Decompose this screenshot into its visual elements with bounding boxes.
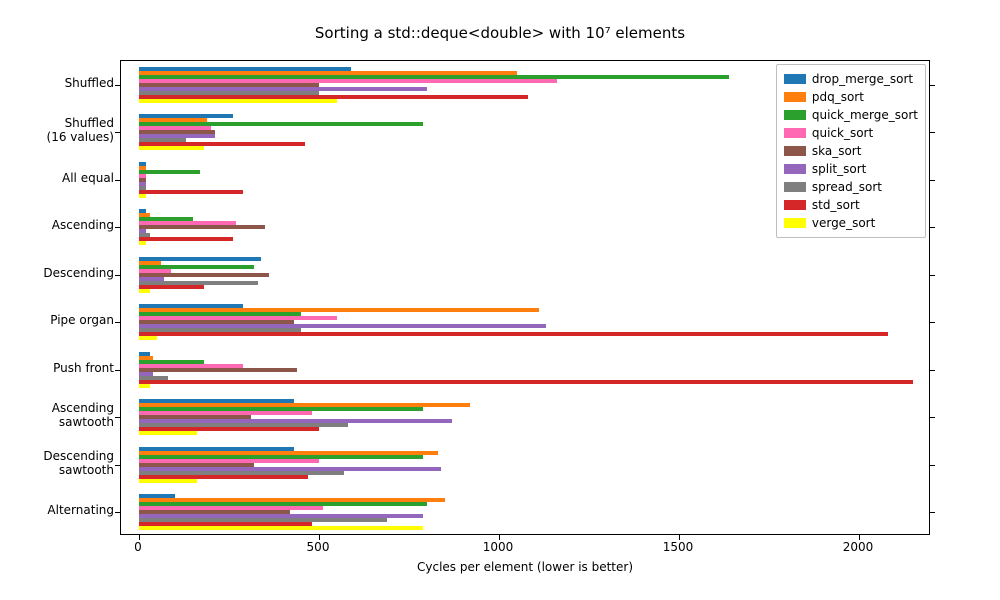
legend-swatch (784, 182, 806, 192)
bar (139, 194, 146, 198)
legend-label: quick_sort (812, 126, 873, 140)
bar (139, 241, 146, 245)
legend-item: verge_sort (784, 214, 918, 232)
ytick-label: Push front (4, 362, 114, 376)
legend-label: std_sort (812, 198, 860, 212)
bar (139, 170, 200, 174)
ytick-label: Descendingsawtooth (4, 450, 114, 478)
legend-item: pdq_sort (784, 88, 918, 106)
ytick-label: Descending (4, 267, 114, 281)
bar (139, 99, 337, 103)
bar (139, 384, 150, 388)
figure: Sorting a std::deque<double> with 10⁷ el… (0, 0, 1000, 600)
legend-item: drop_merge_sort (784, 70, 918, 88)
ytick-label: Ascendingsawtooth (4, 402, 114, 430)
legend-item: quick_sort (784, 124, 918, 142)
bar (139, 225, 265, 229)
legend-item: spread_sort (784, 178, 918, 196)
bar (139, 431, 197, 435)
xtick-label: 500 (307, 540, 330, 554)
legend-swatch (784, 110, 806, 120)
ytick-label: Ascending (4, 219, 114, 233)
legend-label: verge_sort (812, 216, 875, 230)
xtick-label: 0 (134, 540, 142, 554)
x-axis-label: Cycles per element (lower is better) (120, 560, 930, 574)
bar (139, 336, 157, 340)
xtick-label: 2000 (843, 540, 874, 554)
legend-label: split_sort (812, 162, 866, 176)
legend-item: ska_sort (784, 142, 918, 160)
bar (139, 479, 197, 483)
ytick-label: Pipe organ (4, 314, 114, 328)
bar (139, 380, 913, 384)
legend-label: spread_sort (812, 180, 882, 194)
xtick-label: 1500 (663, 540, 694, 554)
legend-item: split_sort (784, 160, 918, 178)
bar (139, 146, 204, 150)
legend-swatch (784, 74, 806, 84)
bar (139, 526, 423, 530)
legend-swatch (784, 146, 806, 156)
legend: drop_merge_sort pdq_sort quick_merge_sortq… (776, 64, 926, 238)
bar (139, 237, 233, 241)
legend-swatch (784, 218, 806, 228)
legend-item: quick_merge_sort (784, 106, 918, 124)
chart-title: Sorting a std::deque<double> with 10⁷ el… (0, 24, 1000, 42)
legend-swatch (784, 92, 806, 102)
legend-swatch (784, 164, 806, 174)
ytick-label: Shuffled(16 values) (4, 117, 114, 145)
legend-label: drop_merge_sort (812, 72, 913, 86)
bar (139, 289, 150, 293)
legend-label: quick_merge_sort (812, 108, 918, 122)
bar (139, 332, 888, 336)
ytick-label: All equal (4, 172, 114, 186)
legend-item: std_sort (784, 196, 918, 214)
legend-swatch (784, 128, 806, 138)
legend-label: pdq_sort (812, 90, 864, 104)
bar (139, 368, 297, 372)
ytick-label: Shuffled (4, 77, 114, 91)
bar (139, 190, 243, 194)
xtick-label: 1000 (483, 540, 514, 554)
legend-label: ska_sort (812, 144, 862, 158)
ytick-label: Alternating (4, 504, 114, 518)
legend-swatch (784, 200, 806, 210)
